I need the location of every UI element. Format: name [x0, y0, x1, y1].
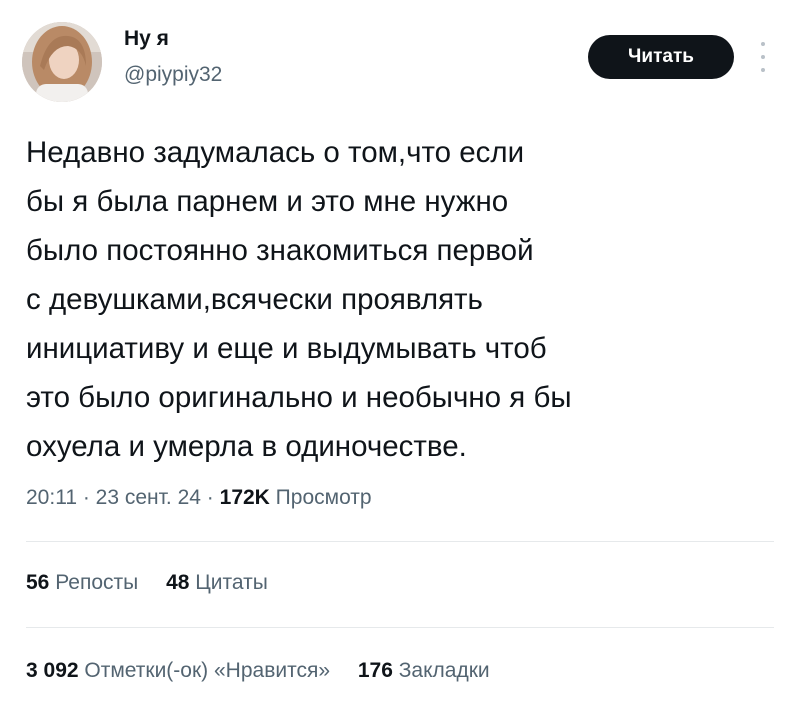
dot [761, 55, 765, 59]
stats-row-likes: 3 092 Отметки(-ок) «Нравится» 176 Заклад… [26, 657, 490, 685]
dot [761, 42, 765, 46]
quotes-label: Цитаты [189, 571, 268, 594]
author-handle[interactable]: @piypiy32 [124, 62, 222, 88]
divider [26, 541, 774, 542]
bookmarks-count: 176 [357, 659, 393, 682]
avatar[interactable] [22, 22, 102, 102]
stats-row-reposts: 56 Репосты 48 Цитаты [26, 569, 268, 597]
author-name[interactable]: Ну я [124, 26, 169, 52]
tweet-time[interactable]: 20:11 [26, 486, 77, 509]
reposts-label: Репосты [49, 571, 139, 594]
tweet-line: инициативу и еще и выдумывать чтоб [26, 332, 547, 365]
tweet-line: охуела и умерла в одиночестве. [26, 430, 467, 463]
follow-button[interactable]: Читать [588, 35, 734, 79]
reposts-stat[interactable]: 56 Репосты [26, 569, 138, 597]
tweet-date[interactable]: 23 сент. 24 [96, 486, 201, 509]
tweet-text: Недавно задумалась о том,что если бы я б… [26, 128, 746, 471]
likes-label: Отметки(-ок) «Нравится» [78, 659, 331, 682]
reposts-count: 56 [26, 571, 50, 594]
bookmarks-label: Закладки [392, 659, 490, 682]
tweet-line: это было оригинально и необычно я бы [26, 381, 572, 414]
tweet-line: с девушками,всячески проявлять [26, 283, 483, 316]
likes-stat[interactable]: 3 092 Отметки(-ок) «Нравится» [26, 657, 330, 685]
tweet-meta: 20:11 · 23 сент. 24 · 172K Просмотр [26, 484, 372, 512]
tweet-line: было постоянно знакомиться первой [26, 234, 534, 267]
avatar-photo [22, 22, 102, 102]
views-label: Просмотр [269, 486, 372, 509]
divider [26, 627, 774, 628]
dot [761, 68, 765, 72]
quotes-stat[interactable]: 48 Цитаты [166, 569, 268, 597]
likes-count: 3 092 [26, 659, 79, 682]
tweet-line: бы я была парнем и это мне нужно [26, 185, 509, 218]
tweet-line: Недавно задумалась о том,что если [26, 136, 525, 169]
separator: · [77, 486, 96, 509]
views-count: 172K [219, 486, 270, 509]
separator: · [200, 486, 220, 509]
quotes-count: 48 [166, 571, 190, 594]
more-dots-icon[interactable] [756, 42, 770, 72]
bookmarks-stat[interactable]: 176 Закладки [358, 657, 490, 685]
